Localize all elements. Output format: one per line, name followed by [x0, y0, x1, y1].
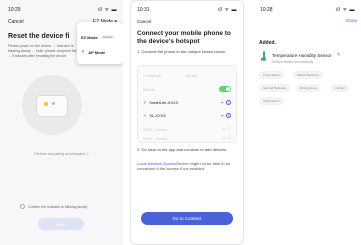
dropdown-item-label: EZ Mode	[81, 34, 98, 40]
button-dot-icon	[52, 102, 55, 105]
dropdown-item-ez-mode[interactable]: EZ Mode Default	[81, 31, 119, 43]
cancel-button[interactable]: Cancel	[137, 19, 151, 24]
checkmark-icon: ✓	[143, 100, 148, 106]
device-illustration	[36, 95, 68, 117]
wifi-icon: ᯤ	[220, 100, 224, 105]
next-button[interactable]: Next	[38, 218, 84, 230]
status-icons: ıll ᯤ ▬	[335, 7, 355, 13]
room-chip[interactable]: Study Room	[259, 97, 284, 105]
network-row: ✓ SmartLife-XXXX ᯤi	[143, 98, 231, 108]
network-name: SmartLife-XXXX	[149, 100, 179, 105]
wlan-label: WLAN	[143, 86, 155, 92]
cancel-button[interactable]: Cancel	[8, 19, 24, 25]
screen-reset-device: 10:29 ıll ᯤ ▬ Cancel EZ Mode ▾ Reset the…	[0, 0, 123, 245]
network-name: SSID - Select	[143, 126, 168, 132]
instructions-text: Please power on the device. ... indicato…	[8, 44, 77, 58]
thermometer-icon	[259, 49, 269, 61]
step-one-text: 1. Connect the phone to the hotspot show…	[137, 49, 226, 54]
room-chip[interactable]: Master Bedroom	[293, 71, 324, 79]
edit-icon[interactable]: ✎	[337, 52, 341, 58]
pairing-hint-link[interactable]: Perform net pairing as prompted. >	[0, 152, 123, 156]
wifi-icon: ᯤ ⓘ	[222, 126, 231, 131]
info-icon: i	[226, 100, 231, 105]
info-icon: i	[226, 113, 231, 118]
status-time: 10:28	[260, 7, 273, 13]
wlan-toggle-row: WLAN	[143, 84, 231, 94]
device-name: Temperature Humidity Sensor	[272, 52, 332, 58]
status-bar: 10:28 ıll ᯤ ▬	[260, 6, 355, 14]
mode-dropdown: EZ Mode Default ✓ AP Mode	[77, 22, 123, 64]
room-chip[interactable]: Living Room	[259, 71, 284, 79]
room-chip[interactable]: Dining Room	[296, 84, 322, 92]
status-bar: 10:31 ıll ᯤ ▬	[137, 6, 237, 14]
wifi-icon: ᯤ ⓘ	[222, 135, 231, 140]
room-chip[interactable]: Kitchen	[331, 84, 350, 92]
go-to-connect-button[interactable]: Go to Connect	[141, 212, 233, 225]
checkmark-icon: ✓	[81, 49, 86, 55]
room-chip[interactable]: Second Bedroom	[259, 84, 291, 92]
status-icons: ıll ᯤ ▬	[97, 7, 117, 13]
settings-header: < Settings WLAN	[143, 70, 231, 80]
status-bar: 10:29 ıll ᯤ ▬	[8, 6, 117, 14]
device-status: Device added successfully	[272, 60, 314, 64]
wifi-icon: ᯤ	[220, 113, 224, 118]
page-title: Connect your mobile phone to the device'…	[137, 30, 231, 45]
done-button[interactable]: Done	[346, 18, 357, 23]
confirm-radio[interactable]	[20, 204, 25, 209]
checkmark-icon: ✓	[143, 113, 148, 119]
page-title: Reset the device fi	[8, 33, 70, 40]
step-two-text: 2. Go back to the app and continue to ad…	[137, 147, 228, 152]
status-icons: ıll ᯤ ▬	[217, 7, 237, 13]
settings-back-label: < Settings	[143, 72, 161, 78]
added-heading: Added.	[259, 40, 276, 46]
network-row: ✓ SL-XXXX ᯤi	[143, 111, 231, 121]
network-row: SSID - Select ᯤ ⓘ	[143, 133, 231, 143]
status-time: 10:31	[137, 7, 150, 13]
local-network-note: Local Network AccessDevice might not be …	[137, 161, 237, 171]
screen-device-added: 10:28 ıll ᯤ ▬ Done Added. Temperature Hu…	[252, 0, 361, 245]
confirm-indicator-row[interactable]: Confirm the indicator is blinking slowly…	[20, 204, 88, 209]
confirm-label: Confirm the indicator is blinking slowly…	[28, 204, 88, 209]
wlan-settings-illustration: < Settings WLAN WLAN ✓ SmartLife-XXXX ᯤi …	[137, 65, 237, 143]
wlan-toggle	[219, 86, 231, 92]
network-name: SL-XXXX	[149, 113, 167, 118]
dropdown-item-label: AP Mode	[88, 49, 106, 55]
indicator-light-icon	[44, 102, 48, 106]
dropdown-item-ap-mode[interactable]: ✓ AP Mode	[81, 46, 119, 58]
settings-title: WLAN	[185, 72, 197, 78]
screen-connect-hotspot: 10:31 ıll ᯤ ▬ Cancel Connect your mobile…	[130, 0, 244, 245]
network-name: SSID - Select	[143, 135, 168, 141]
status-time: 10:29	[8, 7, 21, 13]
default-badge: Default	[100, 35, 115, 39]
